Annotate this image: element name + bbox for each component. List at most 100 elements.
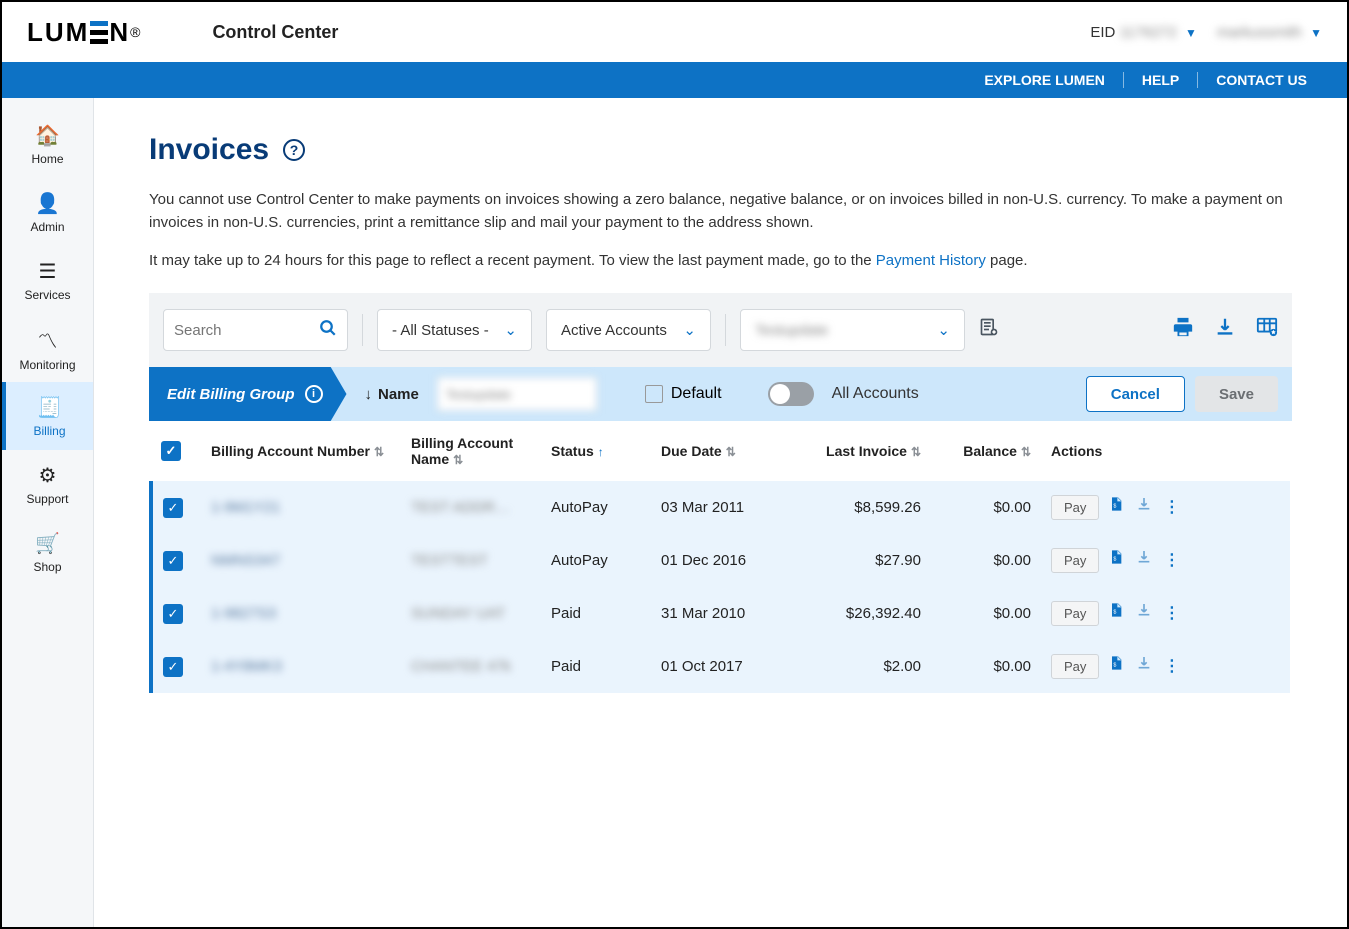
acct-num-cell[interactable]: 1-4Y8MK3 [211,658,282,675]
payment-history-link[interactable]: Payment History [876,252,986,269]
user-dropdown[interactable]: markussmith ▼ [1217,24,1322,41]
save-button[interactable]: Save [1195,376,1278,412]
row-checkbox[interactable]: ✓ [163,498,183,518]
col-acct-name[interactable]: Billing Account Name⇅ [401,421,541,481]
row-more-icon[interactable]: ⋮ [1164,499,1180,516]
col-balance[interactable]: Balance⇅ [931,421,1041,481]
sidebar-item-services[interactable]: ☰ Services [2,246,93,314]
col-acct-num[interactable]: Billing Account Number⇅ [201,421,401,481]
balance-cell: $0.00 [931,640,1041,693]
default-label: Default [671,385,722,403]
sidebar-item-monitoring[interactable]: 〽 Monitoring [2,314,93,382]
acct-num-cell[interactable]: 1-9M1Y21 [211,499,280,516]
col-due[interactable]: Due Date⇅ [651,421,791,481]
balance-cell: $0.00 [931,534,1041,587]
chevron-down-icon: ▼ [1185,26,1197,40]
global-nav-bar: EXPLORE LUMEN HELP CONTACT US [2,62,1347,98]
acct-num-cell[interactable]: 1-9827S3 [211,605,276,622]
chevron-down-icon: ⌄ [937,321,950,339]
invoices-table: ✓ Billing Account Number⇅ Billing Accoun… [149,421,1292,693]
account-filter-select[interactable]: Active Accounts ⌄ [546,309,711,351]
sidebar-item-shop[interactable]: 🛒 Shop [2,518,93,586]
row-more-icon[interactable]: ⋮ [1164,658,1180,675]
due-cell: 31 Mar 2010 [651,587,791,640]
sidebar-item-billing[interactable]: 🧾 Billing [2,382,93,450]
status-cell: AutoPay [541,481,651,534]
acct-name-cell: SUNDAY UAT [411,605,505,622]
pay-button[interactable]: Pay [1051,548,1099,573]
search-input-wrap[interactable] [163,309,348,351]
pay-button[interactable]: Pay [1051,495,1099,520]
table-row: ✓ 1-4Y8MK3 CHANTEE 47k Paid 01 Oct 2017 … [151,640,1290,693]
cancel-button[interactable]: Cancel [1086,376,1185,412]
row-download-icon[interactable] [1136,499,1152,516]
row-download-icon[interactable] [1136,658,1152,675]
last-invoice-cell: $26,392.40 [791,587,931,640]
invoice-icon: 🧾 [37,395,62,420]
page-title-text: Invoices [149,133,269,167]
sidebar-item-admin[interactable]: 👤 Admin [2,178,93,246]
filter-toolbar: - All Statuses - ⌄ Active Accounts ⌄ Tes… [149,293,1292,367]
add-group-icon[interactable] [979,317,999,343]
row-more-icon[interactable]: ⋮ [1164,605,1180,622]
pay-button[interactable]: Pay [1051,601,1099,626]
group-filter-select[interactable]: Testupdate ⌄ [740,309,965,351]
invoice-doc-icon[interactable]: $ [1108,658,1124,675]
sidebar: 🏠 Home 👤 Admin ☰ Services 〽 Monitoring 🧾… [2,98,94,927]
table-row: ✓ NMNS347 TESTTEST AutoPay 01 Dec 2016 $… [151,534,1290,587]
all-accounts-toggle[interactable] [768,382,814,406]
table-row: ✓ 1-9M1Y21 TEST ADDR… AutoPay 03 Mar 201… [151,481,1290,534]
row-download-icon[interactable] [1136,605,1152,622]
chevron-down-icon: ▼ [1310,26,1322,40]
invoice-doc-icon[interactable]: $ [1108,552,1124,569]
top-header: LUMN® Control Center EID 1176272 ▼ marku… [2,2,1347,62]
row-checkbox[interactable]: ✓ [163,604,183,624]
status-filter-select[interactable]: - All Statuses - ⌄ [377,309,532,351]
sidebar-item-support[interactable]: ⚙ Support [2,450,93,518]
due-cell: 03 Mar 2011 [651,481,791,534]
invoice-doc-icon[interactable]: $ [1108,605,1124,622]
sidebar-item-label: Billing [33,424,65,438]
default-checkbox[interactable] [645,385,663,403]
col-status[interactable]: Status↑ [541,421,651,481]
acct-name-cell: CHANTEE 47k [411,658,511,675]
sidebar-item-home[interactable]: 🏠 Home [2,110,93,178]
explore-lumen-link[interactable]: EXPLORE LUMEN [966,72,1123,88]
contact-us-link[interactable]: CONTACT US [1197,72,1325,88]
last-invoice-cell: $2.00 [791,640,931,693]
status-cell: Paid [541,640,651,693]
row-checkbox[interactable]: ✓ [163,657,183,677]
eid-value: 1176272 [1120,24,1177,41]
svg-text:$: $ [1113,609,1116,615]
cart-icon: 🛒 [35,531,60,556]
acct-name-cell: TEST ADDR… [411,499,510,516]
pay-button[interactable]: Pay [1051,654,1099,679]
eid-dropdown[interactable]: EID 1176272 ▼ [1090,24,1197,41]
user-icon: 👤 [35,191,60,216]
search-icon[interactable] [319,319,337,342]
print-icon[interactable] [1172,316,1194,344]
default-checkbox-wrap[interactable]: Default [645,385,722,403]
help-icon[interactable]: ? [283,139,305,161]
invoice-doc-icon[interactable]: $ [1108,499,1124,516]
row-checkbox[interactable]: ✓ [163,551,183,571]
row-more-icon[interactable]: ⋮ [1164,552,1180,569]
status-cell: Paid [541,587,651,640]
col-last[interactable]: Last Invoice⇅ [791,421,931,481]
user-name: markussmith [1217,24,1302,41]
due-cell: 01 Oct 2017 [651,640,791,693]
account-filter-label: Active Accounts [561,322,667,339]
help-link[interactable]: HELP [1123,72,1197,88]
download-icon[interactable] [1214,316,1236,344]
acct-num-cell[interactable]: NMNS347 [211,552,280,569]
search-input[interactable] [174,322,294,339]
columns-settings-icon[interactable] [1256,316,1278,344]
due-cell: 01 Dec 2016 [651,534,791,587]
balance-cell: $0.00 [931,481,1041,534]
name-label: ↓Name [365,386,419,403]
sidebar-item-label: Shop [33,560,61,574]
info-icon[interactable]: i [305,385,323,403]
group-name-input[interactable] [437,377,597,411]
row-download-icon[interactable] [1136,552,1152,569]
select-all-checkbox[interactable]: ✓ [161,441,181,461]
